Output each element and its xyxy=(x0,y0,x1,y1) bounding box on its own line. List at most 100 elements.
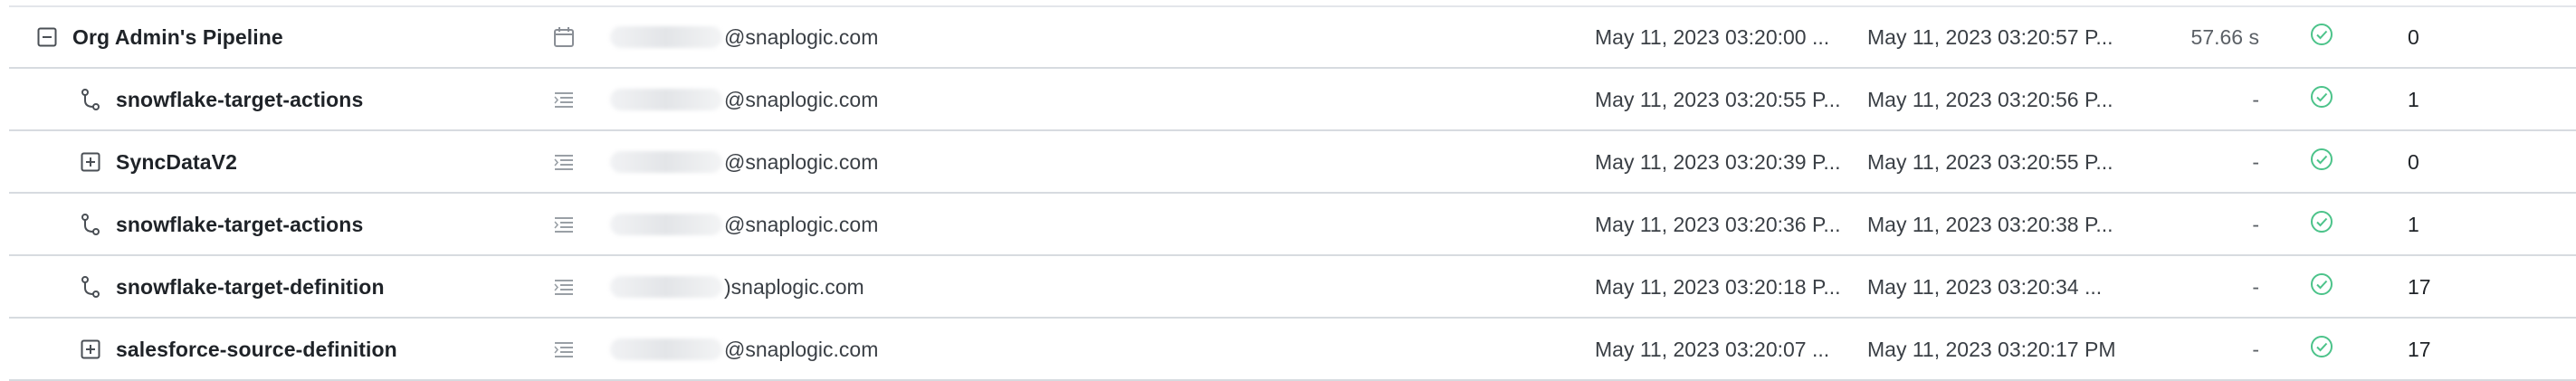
user-email-cell: @snaplogic.com xyxy=(610,318,878,381)
pipeline-executions-table: Org Admin's Pipeline @snaplogic.com May … xyxy=(0,0,2576,381)
document-count: 1 xyxy=(2408,87,2419,111)
start-time: May 11, 2023 03:20:39 P... xyxy=(1595,149,1841,174)
table-row[interactable]: salesforce-source-definition @snaplogic.… xyxy=(0,318,2576,381)
pipeline-name[interactable]: salesforce-source-definition xyxy=(116,338,397,362)
user-email-cell: )snaplogic.com xyxy=(610,255,864,319)
start-time: May 11, 2023 03:20:00 ... xyxy=(1595,24,1830,49)
table-row[interactable]: SyncDataV2 @snaplogic.com May 11, 2023 0… xyxy=(0,130,2576,194)
plus-square-icon[interactable] xyxy=(80,151,101,173)
document-count: 17 xyxy=(2408,274,2431,299)
redacted-email-prefix xyxy=(610,151,722,173)
status-cell xyxy=(2310,130,2333,194)
calendar-icon[interactable] xyxy=(552,25,576,49)
end-time: May 11, 2023 03:20:57 P... xyxy=(1867,24,2113,49)
duration-cell: - xyxy=(2205,255,2259,319)
duration: - xyxy=(2252,337,2259,361)
pipeline-name-cell[interactable]: snowflake-target-actions xyxy=(80,68,363,131)
start-time-cell: May 11, 2023 03:20:55 P... xyxy=(1595,68,1841,131)
duration: - xyxy=(2252,149,2259,174)
end-time: May 11, 2023 03:20:17 PM xyxy=(1867,337,2116,361)
end-time-cell: May 11, 2023 03:20:56 P... xyxy=(1867,68,2113,131)
redacted-email-prefix xyxy=(610,26,722,48)
duration: - xyxy=(2252,274,2259,299)
branch-icon[interactable] xyxy=(80,275,101,299)
pipeline-name[interactable]: SyncDataV2 xyxy=(116,150,237,175)
start-time-cell: May 11, 2023 03:20:36 P... xyxy=(1595,193,1841,256)
pipeline-name[interactable]: Org Admin's Pipeline xyxy=(72,25,283,50)
end-time: May 11, 2023 03:20:38 P... xyxy=(1867,212,2113,236)
check-circle-icon xyxy=(2310,85,2333,114)
user-email-suffix: @snaplogic.com xyxy=(724,24,879,49)
table-row[interactable]: snowflake-target-actions @snaplogic.com … xyxy=(0,193,2576,256)
list-icon[interactable] xyxy=(552,277,576,297)
list-icon[interactable] xyxy=(552,214,576,234)
start-time-cell: May 11, 2023 03:20:07 ... xyxy=(1595,318,1829,381)
pipeline-name-cell[interactable]: SyncDataV2 xyxy=(80,130,237,194)
check-circle-icon xyxy=(2310,148,2333,176)
document-count-cell: 17 xyxy=(2408,255,2431,319)
duration-cell: - xyxy=(2205,193,2259,256)
end-time-cell: May 11, 2023 03:20:17 PM xyxy=(1867,318,2115,381)
redacted-email-prefix xyxy=(610,214,722,235)
pipeline-name-cell[interactable]: snowflake-target-actions xyxy=(80,193,363,256)
document-count-cell: 1 xyxy=(2408,68,2419,131)
pipeline-name[interactable]: snowflake-target-actions xyxy=(116,88,363,112)
detail-cell[interactable] xyxy=(552,68,590,131)
list-icon[interactable] xyxy=(552,152,576,172)
pipeline-name-cell[interactable]: snowflake-target-definition xyxy=(80,255,385,319)
document-count: 0 xyxy=(2408,24,2419,49)
status-cell xyxy=(2310,255,2333,319)
redacted-email-prefix xyxy=(610,338,722,360)
status-cell xyxy=(2310,318,2333,381)
redacted-email-prefix xyxy=(610,89,722,110)
user-email-suffix: @snaplogic.com xyxy=(724,87,879,111)
user-email-suffix: @snaplogic.com xyxy=(724,149,879,174)
start-time: May 11, 2023 03:20:18 P... xyxy=(1595,274,1841,299)
duration: - xyxy=(2252,212,2259,236)
pipeline-name[interactable]: snowflake-target-actions xyxy=(116,213,363,237)
check-circle-icon xyxy=(2310,23,2333,52)
start-time: May 11, 2023 03:20:55 P... xyxy=(1595,87,1841,111)
check-circle-icon xyxy=(2310,272,2333,301)
minus-square-icon[interactable] xyxy=(36,26,58,48)
duration-cell: - xyxy=(2205,318,2259,381)
end-time: May 11, 2023 03:20:56 P... xyxy=(1867,87,2113,111)
duration: - xyxy=(2252,87,2259,111)
pipeline-name-cell[interactable]: Org Admin's Pipeline xyxy=(36,5,283,69)
pipeline-name[interactable]: snowflake-target-definition xyxy=(116,275,385,300)
branch-icon[interactable] xyxy=(80,213,101,236)
user-email-cell: @snaplogic.com xyxy=(610,130,878,194)
list-icon[interactable] xyxy=(552,90,576,110)
detail-cell[interactable] xyxy=(552,193,590,256)
start-time: May 11, 2023 03:20:07 ... xyxy=(1595,337,1830,361)
end-time-cell: May 11, 2023 03:20:57 P... xyxy=(1867,5,2113,69)
detail-cell[interactable] xyxy=(552,130,590,194)
duration-cell: 57.66 s xyxy=(2191,5,2259,69)
plus-square-icon[interactable] xyxy=(80,338,101,360)
document-count-cell: 1 xyxy=(2408,193,2419,256)
end-time-cell: May 11, 2023 03:20:34 ... xyxy=(1867,255,2102,319)
list-icon[interactable] xyxy=(552,339,576,359)
user-email-suffix: )snaplogic.com xyxy=(724,274,864,299)
start-time-cell: May 11, 2023 03:20:18 P... xyxy=(1595,255,1841,319)
detail-cell[interactable] xyxy=(552,255,590,319)
status-cell xyxy=(2310,68,2333,131)
pipeline-name-cell[interactable]: salesforce-source-definition xyxy=(80,318,397,381)
start-time-cell: May 11, 2023 03:20:39 P... xyxy=(1595,130,1841,194)
table-row[interactable]: snowflake-target-definition )snaplogic.c… xyxy=(0,255,2576,319)
table-row[interactable]: snowflake-target-actions @snaplogic.com … xyxy=(0,68,2576,131)
start-time-cell: May 11, 2023 03:20:00 ... xyxy=(1595,5,1829,69)
detail-cell[interactable] xyxy=(552,318,590,381)
detail-cell[interactable] xyxy=(552,5,590,69)
document-count-cell: 0 xyxy=(2408,5,2419,69)
document-count: 17 xyxy=(2408,337,2431,361)
redacted-email-prefix xyxy=(610,276,722,298)
document-count-cell: 17 xyxy=(2408,318,2431,381)
document-count-cell: 0 xyxy=(2408,130,2419,194)
table-row[interactable]: Org Admin's Pipeline @snaplogic.com May … xyxy=(0,5,2576,69)
document-count: 0 xyxy=(2408,149,2419,174)
branch-icon[interactable] xyxy=(80,88,101,111)
end-time: May 11, 2023 03:20:34 ... xyxy=(1867,274,2103,299)
duration: 57.66 s xyxy=(2190,24,2259,49)
end-time-cell: May 11, 2023 03:20:38 P... xyxy=(1867,193,2113,256)
